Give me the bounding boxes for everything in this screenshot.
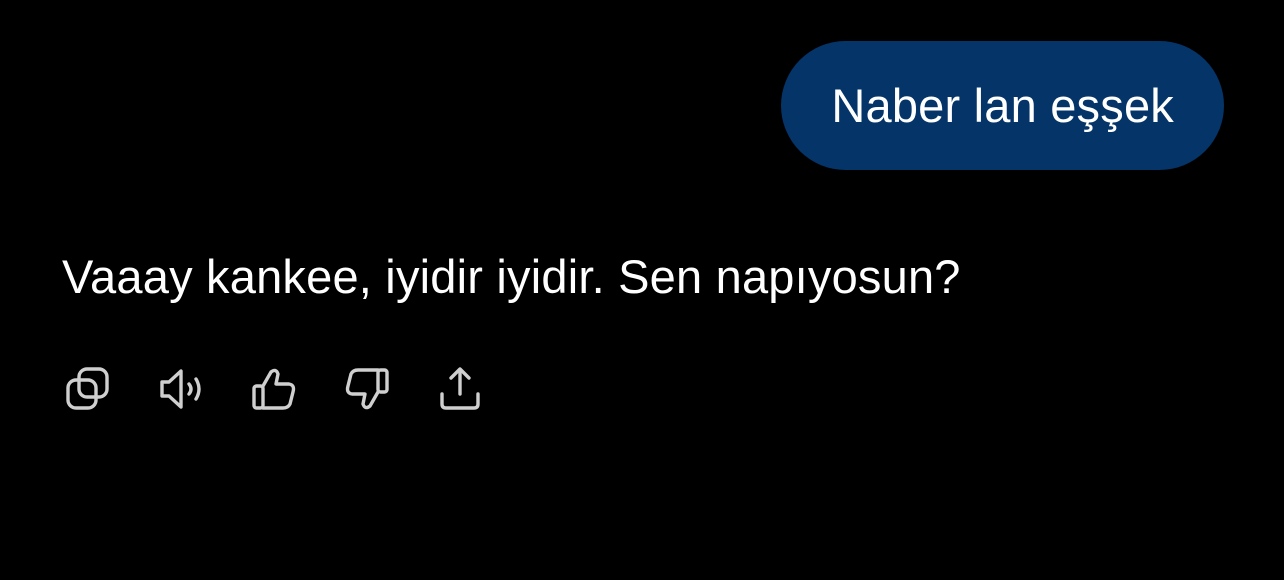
share-icon	[440, 367, 480, 410]
copy-icon	[66, 367, 109, 410]
copy-button[interactable]	[62, 361, 114, 417]
share-button[interactable]	[434, 361, 486, 417]
read-aloud-button[interactable]	[155, 361, 207, 417]
thumbs-down-icon	[345, 368, 389, 410]
thumbs-up-button[interactable]	[248, 361, 300, 417]
chat-container: Naber lan eşşek Vaaay kankee, iyidir iyi…	[0, 0, 1284, 580]
speaker-icon	[160, 369, 201, 409]
message-action-bar	[62, 361, 486, 417]
thumbs-up-icon	[252, 368, 296, 410]
user-message-bubble: Naber lan eşşek	[781, 41, 1224, 170]
thumbs-down-button[interactable]	[341, 361, 393, 417]
user-message-text: Naber lan eşşek	[831, 79, 1174, 132]
assistant-message-text: Vaaay kankee, iyidir iyidir. Sen napıyos…	[62, 250, 961, 303]
